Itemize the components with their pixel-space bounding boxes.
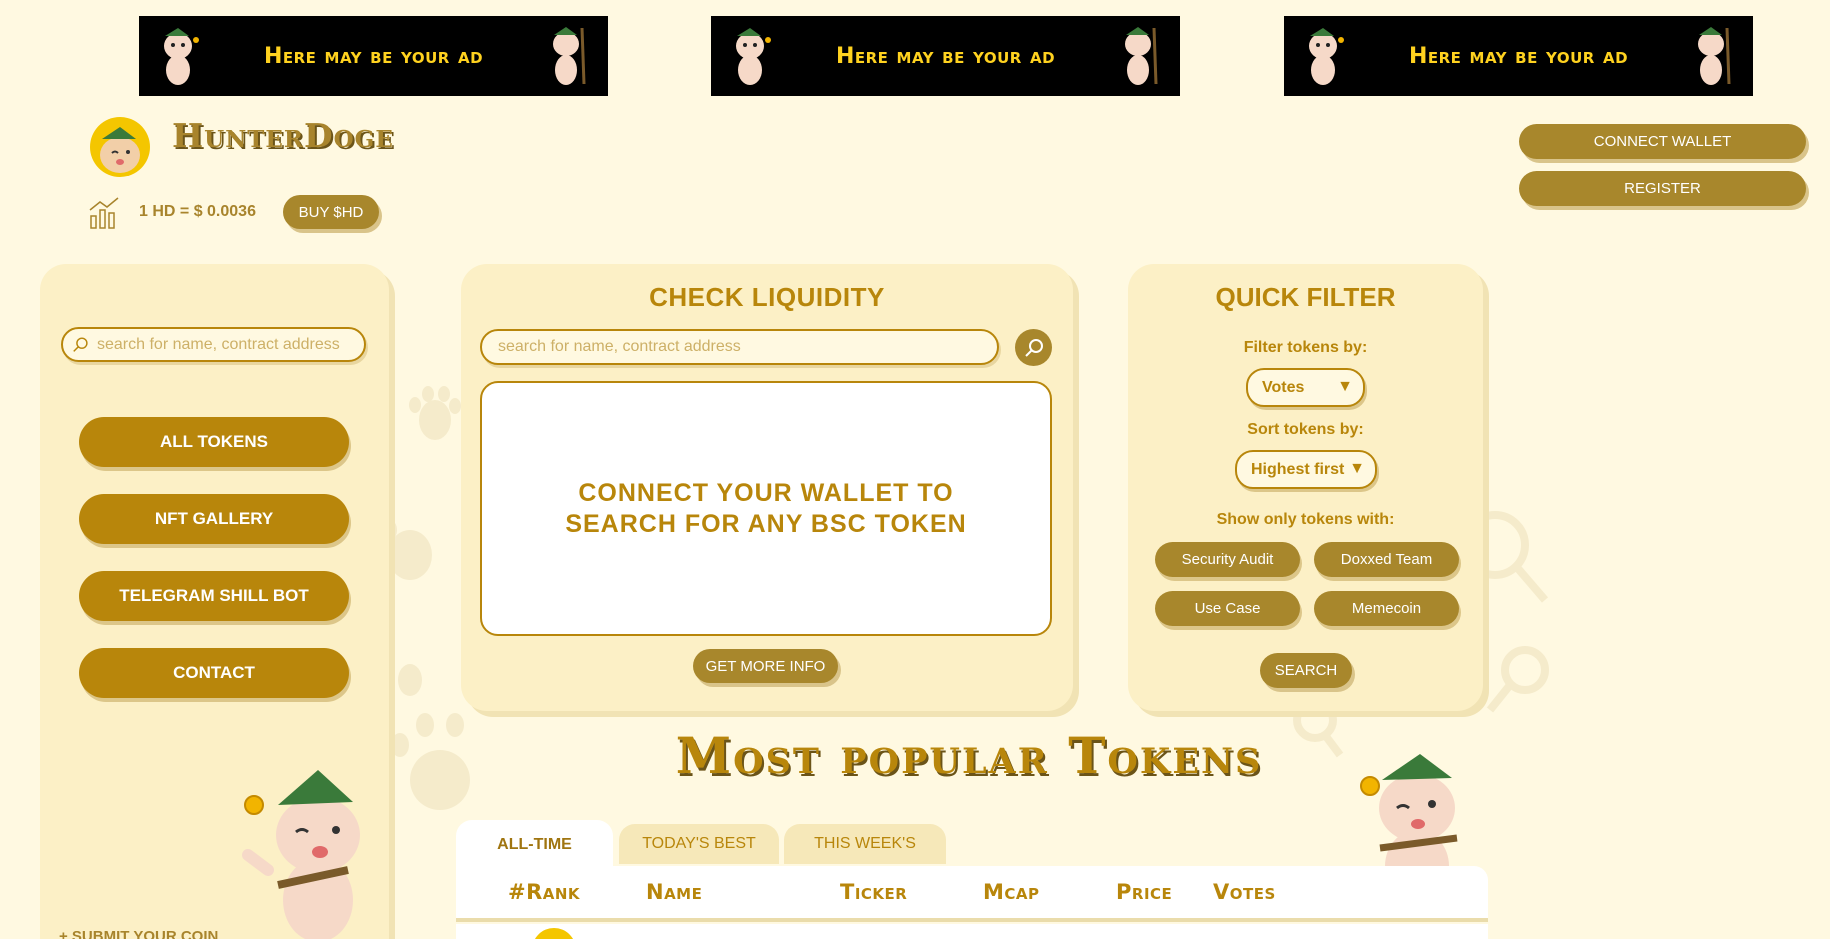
nav-contact[interactable]: CONTACT: [79, 648, 349, 698]
register-button[interactable]: REGISTER: [1519, 171, 1806, 206]
column-name[interactable]: Name: [646, 880, 702, 904]
chip-security-audit[interactable]: Security Audit: [1155, 542, 1300, 577]
logo-icon[interactable]: [90, 117, 150, 177]
hd-price: 1 HD = $ 0.0036: [139, 203, 256, 220]
token-logo-icon: [532, 928, 576, 939]
quick-filter-search-button[interactable]: SEARCH: [1260, 653, 1352, 688]
liquidity-search-button[interactable]: [1015, 329, 1052, 366]
doge-mascot-icon: [164, 28, 199, 85]
buy-hd-button[interactable]: BUY $HD: [283, 195, 379, 229]
column-ticker[interactable]: Ticker: [840, 880, 907, 904]
ad-banner-3[interactable]: Here may be your ad: [1284, 16, 1753, 96]
connect-wallet-message: CONNECT YOUR WALLET TO SEARCH FOR ANY BS…: [565, 478, 967, 538]
ad-banner-1[interactable]: Here may be your ad: [139, 16, 608, 96]
doge-mascot-icon: [242, 770, 360, 939]
filter-by-select[interactable]: Votes ▼: [1246, 368, 1365, 407]
doge-mascot-icon: [1124, 27, 1158, 85]
check-liquidity-title: CHECK LIQUIDITY: [649, 282, 885, 312]
liquidity-search[interactable]: [480, 329, 999, 365]
chip-doxxed-team[interactable]: Doxxed Team: [1314, 542, 1459, 577]
column-price[interactable]: Price: [1116, 880, 1172, 904]
search-icon: [1024, 338, 1043, 357]
column-rank[interactable]: #Rank: [508, 880, 580, 904]
nav-nft-gallery[interactable]: NFT GALLERY: [79, 494, 349, 544]
quick-filter-title: QUICK FILTER: [1215, 282, 1396, 312]
doge-mascot-icon: [1309, 28, 1344, 85]
dropdown-arrow-icon: ▼: [1349, 460, 1365, 477]
filter-by-label: Filter tokens by:: [1243, 339, 1368, 356]
ad-text: Here may be your ad: [1408, 43, 1629, 69]
tab-this-weeks[interactable]: THIS WEEK'S: [784, 824, 946, 864]
column-mcap[interactable]: Mcap: [983, 880, 1040, 904]
ad-text: Here may be your ad: [263, 43, 484, 69]
ad-banner-2[interactable]: Here may be your ad: [711, 16, 1180, 96]
connect-wallet-button[interactable]: CONNECT WALLET: [1519, 124, 1806, 159]
sidebar-search-input[interactable]: [97, 335, 356, 354]
sort-by-value: Highest first: [1251, 460, 1345, 478]
sidebar-search[interactable]: [61, 327, 366, 362]
nav-all-tokens[interactable]: ALL TOKENS: [79, 417, 349, 467]
doge-mascot-icon: [552, 27, 586, 85]
sort-by-select[interactable]: Highest first ▼: [1235, 450, 1377, 489]
tab-all-time[interactable]: ALL-TIME: [456, 820, 613, 870]
chart-icon: [89, 197, 119, 229]
doge-mascot-icon: [736, 28, 771, 85]
dropdown-arrow-icon: ▼: [1337, 378, 1353, 395]
tokens-table-header: [456, 866, 1488, 918]
submit-coin-link[interactable]: + SUBMIT YOUR COIN: [59, 928, 218, 939]
most-popular-title: Most popular Tokens: [675, 726, 1263, 785]
table-row[interactable]: [456, 924, 1488, 939]
filter-by-value: Votes: [1262, 378, 1305, 396]
column-votes[interactable]: Votes: [1213, 880, 1276, 904]
tab-todays-best[interactable]: TODAY'S BEST: [619, 824, 779, 864]
brand-name[interactable]: HunterDoge: [172, 116, 394, 155]
liquidity-search-input[interactable]: [498, 338, 981, 356]
search-icon: [73, 336, 88, 352]
chip-memecoin[interactable]: Memecoin: [1314, 591, 1459, 626]
sort-by-label: Sort tokens by:: [1247, 421, 1364, 438]
nav-telegram-shill-bot[interactable]: TELEGRAM SHILL BOT: [79, 571, 349, 621]
show-only-label: Show only tokens with:: [1216, 511, 1395, 528]
chip-use-case[interactable]: Use Case: [1155, 591, 1300, 626]
ad-text: Here may be your ad: [835, 43, 1056, 69]
doge-mascot-icon: [1697, 27, 1731, 85]
liquidity-result-box: CONNECT YOUR WALLET TO SEARCH FOR ANY BS…: [480, 381, 1052, 636]
get-more-info-button[interactable]: GET MORE INFO: [693, 649, 838, 683]
